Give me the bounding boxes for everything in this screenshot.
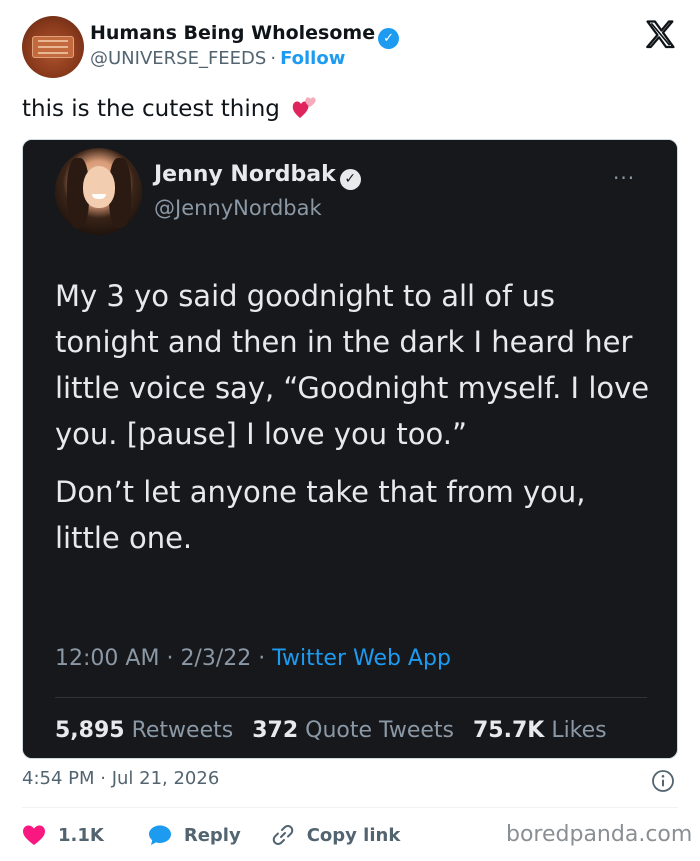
post-text-content: this is the cutest thing (22, 96, 280, 122)
author-name-text[interactable]: Humans Being Wholesome (90, 22, 375, 44)
embedded-author-handle: @JennyNordbak (154, 196, 322, 220)
reply-icon (148, 825, 171, 845)
like-button[interactable]: 1.1K (22, 824, 104, 846)
more-icon: ··· (613, 166, 636, 190)
embedded-verified-badge-icon: ✓ (339, 169, 361, 190)
likes-stat: 75.7K Likes (472, 718, 607, 743)
author-avatar[interactable] (22, 16, 84, 78)
author-handle-row: @UNIVERSE_FEEDS · Follow (90, 48, 345, 69)
action-bar: 1.1K Reply Copy link (22, 821, 400, 849)
quote-tweets-stat: 372 Quote Tweets (252, 718, 454, 743)
like-count: 1.1K (58, 824, 104, 846)
embedded-author-name: Jenny Nordbak ✓ (154, 162, 361, 190)
embedded-stats: 5,895 Retweets 372 Quote Tweets 75.7K Li… (55, 718, 619, 743)
author-handle[interactable]: @UNIVERSE_FEEDS (90, 48, 266, 69)
x-logo-icon[interactable] (644, 18, 678, 52)
meta-separator: · (258, 646, 266, 671)
link-icon (272, 825, 293, 845)
reply-label: Reply (183, 824, 241, 846)
meta-separator: · (166, 646, 174, 671)
info-icon[interactable] (651, 769, 675, 793)
footer-divider (22, 807, 678, 808)
post-header: Humans Being Wholesome ✓ @UNIVERSE_FEEDS ·… (0, 0, 700, 90)
embedded-date: 2/3/22 (180, 646, 252, 671)
embedded-divider (55, 697, 647, 698)
verified-badge-icon: ✓ (378, 28, 400, 49)
embedded-author-name-text: Jenny Nordbak (154, 162, 336, 187)
watermark: boredpanda.com (506, 822, 693, 847)
embedded-app: Twitter Web App (272, 646, 451, 671)
post-text: this is the cutest thing (22, 94, 319, 122)
post-timestamp[interactable]: 4:54 PM · Jul 21, 2026 (22, 768, 219, 789)
embedded-author-avatar (55, 148, 142, 235)
copy-link-label: Copy link (306, 824, 401, 846)
handle-separator: · (270, 48, 277, 69)
reply-button[interactable]: Reply (148, 824, 241, 846)
follow-button[interactable]: Follow (280, 48, 345, 69)
heart-emoji-icon (292, 97, 316, 118)
copy-link-button[interactable]: Copy link (271, 823, 401, 847)
embedded-tweet-body: My 3 yo said goodnight to all of us toni… (55, 273, 655, 561)
retweets-stat: 5,895 Retweets (55, 718, 234, 743)
embedded-tweet-meta: 12:00 AM · 2/3/22 · Twitter Web App (55, 646, 451, 671)
embedded-paragraph-1: My 3 yo said goodnight to all of us toni… (55, 279, 650, 451)
avatar-plaque (32, 36, 74, 58)
author-name[interactable]: Humans Being Wholesome ✓ (90, 22, 400, 49)
embedded-tweet-card[interactable]: Jenny Nordbak ✓ @JennyNordbak ··· My 3 yo… (22, 139, 678, 759)
embedded-paragraph-2: Don’t let anyone take that from you, lit… (55, 475, 586, 555)
embedded-time: 12:00 AM (55, 646, 160, 671)
heart-icon (23, 825, 45, 845)
